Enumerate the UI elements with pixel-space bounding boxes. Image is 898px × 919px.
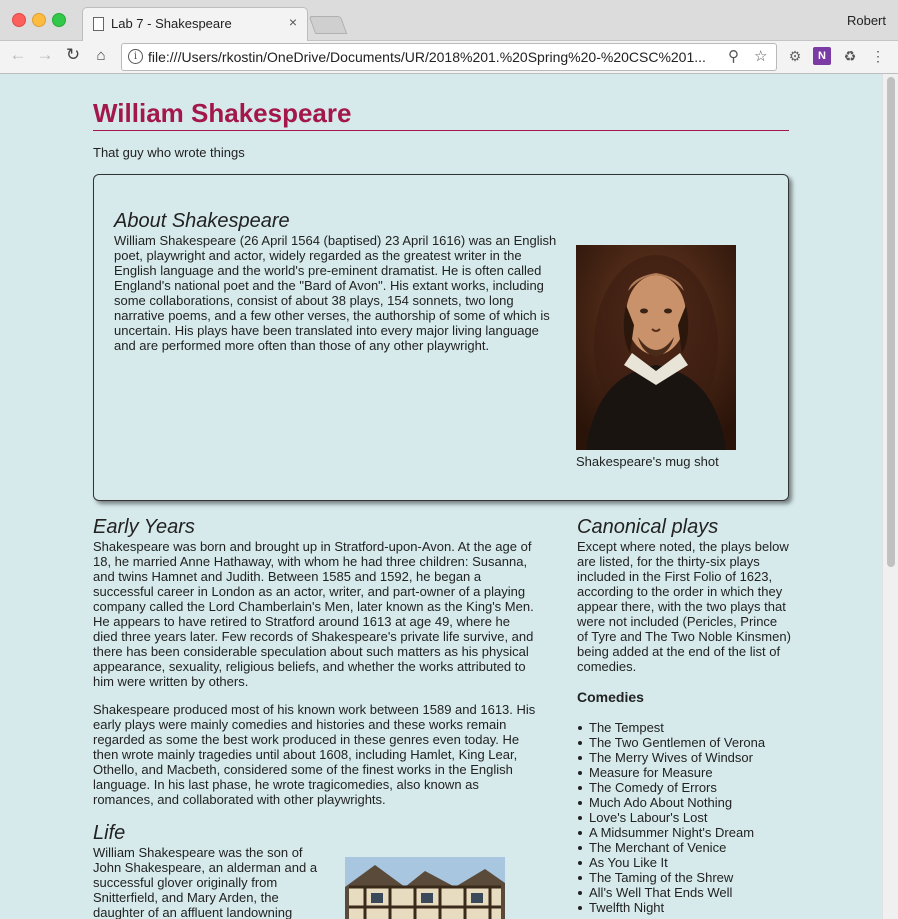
profile-name[interactable]: Robert: [847, 13, 886, 28]
about-text: William Shakespeare (26 April 1564 (bapt…: [114, 233, 557, 353]
url-text[interactable]: file:///Users/rkostin/OneDrive/Documents…: [148, 49, 723, 65]
list-item: The Merchant of Venice: [577, 840, 765, 855]
portrait-caption: Shakespeare's mug shot: [576, 454, 719, 469]
list-item: All's Well That Ends Well: [577, 885, 765, 900]
canonical-plays-heading: Canonical plays: [577, 516, 719, 538]
window-titlebar: Lab 7 - Shakespeare × Robert: [0, 0, 898, 41]
about-box: About Shakespeare William Shakespeare (2…: [93, 174, 789, 501]
early-years-heading: Early Years: [93, 516, 195, 538]
zoom-icon[interactable]: ⚲: [728, 47, 739, 65]
address-bar[interactable]: i file:///Users/rkostin/OneDrive/Documen…: [121, 43, 777, 71]
scrollbar-thumb[interactable]: [887, 77, 895, 567]
comedies-heading: Comedies: [577, 689, 644, 705]
info-icon[interactable]: i: [128, 49, 143, 64]
new-tab-button[interactable]: [308, 16, 348, 34]
browser-tab[interactable]: Lab 7 - Shakespeare ×: [82, 7, 308, 41]
home-icon[interactable]: ⌂: [90, 47, 112, 64]
minimize-window-button[interactable]: [32, 13, 46, 27]
settings-extension-icon[interactable]: ⚙: [786, 47, 804, 65]
list-item: Twelfth Night: [577, 900, 765, 915]
page-title: William Shakespeare: [93, 98, 789, 131]
early-years-paragraph-1: Shakespeare was born and brought up in S…: [93, 539, 534, 689]
back-icon[interactable]: ←: [7, 45, 29, 65]
close-window-button[interactable]: [12, 13, 26, 27]
shakespeare-portrait-image: [576, 245, 736, 450]
browser-toolbar: ← → ↻ ⌂ i file:///Users/rkostin/OneDrive…: [0, 41, 898, 74]
life-heading: Life: [93, 822, 126, 844]
canonical-plays-text: Except where noted, the plays below are …: [577, 539, 791, 674]
list-item: The Tempest: [577, 720, 765, 735]
list-item: The Taming of the Shrew: [577, 870, 765, 885]
tab-close-icon[interactable]: ×: [289, 14, 297, 30]
list-item: Much Ado About Nothing: [577, 795, 765, 810]
list-item: The Merry Wives of Windsor: [577, 750, 765, 765]
star-icon[interactable]: ☆: [754, 47, 767, 65]
about-heading: About Shakespeare: [114, 210, 290, 232]
onenote-icon[interactable]: N: [813, 47, 831, 65]
tab-title: Lab 7 - Shakespeare: [111, 16, 232, 31]
comedies-list: The Tempest The Two Gentlemen of Verona …: [577, 720, 765, 915]
list-item: As You Like It: [577, 855, 765, 870]
recycle-icon[interactable]: ♻: [841, 47, 859, 65]
tagline: That guy who wrote things: [93, 145, 245, 160]
scrollbar[interactable]: [882, 74, 898, 919]
list-item: The Two Gentlemen of Verona: [577, 735, 766, 750]
forward-icon[interactable]: →: [34, 45, 56, 65]
document-icon: [93, 17, 104, 31]
menu-icon[interactable]: ⋮: [869, 47, 887, 65]
maximize-window-button[interactable]: [52, 13, 66, 27]
life-text: William Shakespeare was the son of John …: [93, 845, 318, 919]
page-content: William Shakespeare That guy who wrote t…: [0, 74, 898, 919]
birthplace-house-image: [345, 857, 505, 919]
list-item: A Midsummer Night's Dream: [577, 825, 765, 840]
reload-icon[interactable]: ↻: [62, 45, 84, 65]
list-item: Measure for Measure: [577, 765, 765, 780]
early-years-paragraph-2: Shakespeare produced most of his known w…: [93, 702, 536, 807]
list-item: Love's Labour's Lost: [577, 810, 765, 825]
list-item: The Comedy of Errors: [577, 780, 765, 795]
